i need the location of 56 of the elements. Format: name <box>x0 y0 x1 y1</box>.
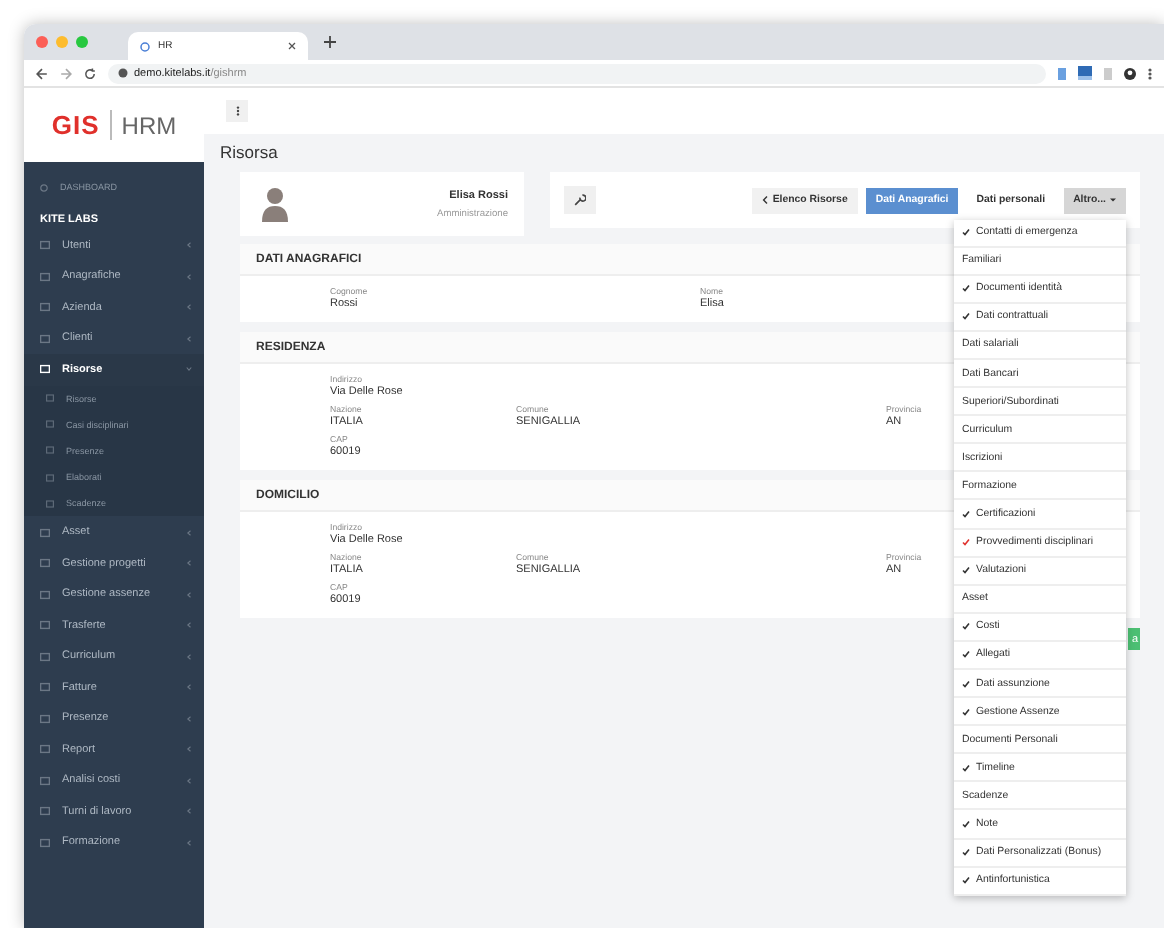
chevron-left-icon <box>186 684 192 691</box>
caret-icon <box>1110 198 1116 202</box>
extension-icon[interactable] <box>1104 67 1112 79</box>
logo: GIS HRM <box>24 88 204 162</box>
menu-item-icon <box>46 446 54 455</box>
maximize-window-icon[interactable] <box>76 36 88 48</box>
close-tab-icon[interactable] <box>288 42 296 50</box>
menu-item-icon <box>40 364 50 375</box>
new-tab-icon[interactable] <box>324 36 336 48</box>
menu-item-icon <box>46 420 54 429</box>
avatar-silhouette <box>260 186 290 222</box>
menu-item-icon <box>40 302 50 313</box>
menu-item-icon <box>40 651 50 662</box>
menu-item-icon <box>40 240 50 251</box>
back-arrow-icon[interactable] <box>36 67 48 79</box>
chevron-left-icon <box>186 653 192 660</box>
chevron-left-icon <box>186 529 192 536</box>
forward-arrow-icon[interactable] <box>60 67 72 79</box>
menu-item-icon <box>40 682 50 693</box>
circle-icon <box>40 183 48 191</box>
menu-item-icon <box>40 713 50 724</box>
profile-icon[interactable] <box>1124 67 1136 79</box>
more-options-button[interactable] <box>226 100 248 122</box>
menu-item-icon <box>40 527 50 538</box>
menu-item-icon <box>40 558 50 569</box>
menu-item-icon <box>46 394 54 403</box>
wrench-icon <box>574 194 586 206</box>
chevron-left-icon <box>186 808 192 815</box>
chevron-left-icon <box>186 242 192 249</box>
chevron-left-icon <box>186 839 192 846</box>
menu-item-icon <box>40 806 50 817</box>
page-title: Risorsa <box>218 140 280 166</box>
chevron-left-icon <box>762 196 769 204</box>
chevron-left-icon <box>186 560 192 567</box>
menu-item-icon <box>40 589 50 600</box>
menu-item-icon <box>40 744 50 755</box>
chevron-left-icon <box>186 622 192 629</box>
menu-item-icon <box>46 499 54 508</box>
menu-item-icon <box>40 333 50 344</box>
extension-icon[interactable] <box>1078 66 1092 80</box>
chevron-left-icon <box>186 777 192 784</box>
chevron-left-icon <box>186 715 192 722</box>
menu-item-icon <box>40 837 50 848</box>
settings-button[interactable] <box>564 186 596 214</box>
menu-item-icon <box>46 473 54 482</box>
reload-icon[interactable] <box>84 67 96 79</box>
menu-item-icon <box>40 620 50 631</box>
chevron-left-icon <box>186 746 192 753</box>
menu-item-icon <box>40 271 50 282</box>
chevron-left-icon <box>186 591 192 598</box>
chevron-left-icon <box>186 335 192 342</box>
chevron-left-icon <box>186 273 192 280</box>
chevron-left-icon <box>186 304 192 311</box>
close-window-icon[interactable] <box>36 36 48 48</box>
menu-item-icon <box>40 775 50 786</box>
extension-icon[interactable] <box>1058 67 1066 79</box>
